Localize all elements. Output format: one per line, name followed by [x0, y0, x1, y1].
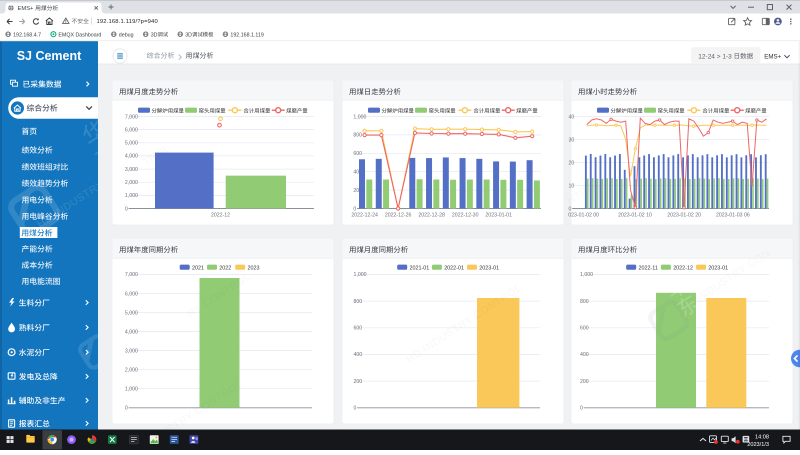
- svg-text:0: 0: [580, 406, 583, 412]
- svg-text:2023-01: 2023-01: [479, 266, 499, 272]
- svg-text:2,000: 2,000: [125, 368, 138, 374]
- svg-text:3,000: 3,000: [125, 167, 138, 173]
- svg-text:600: 600: [353, 151, 362, 157]
- svg-text:2023/1/3: 2023/1/3: [747, 442, 769, 448]
- svg-text:2023-01: 2023-01: [708, 266, 728, 272]
- svg-text:2022-12: 2022-12: [211, 213, 230, 219]
- svg-text:2021: 2021: [192, 266, 204, 272]
- svg-text:2022-11: 2022-11: [639, 266, 658, 272]
- svg-text:800: 800: [580, 299, 589, 305]
- svg-text:12-24 > 1-3: 12-24 > 1-3: [698, 53, 732, 60]
- svg-text:6,000: 6,000: [125, 291, 138, 297]
- svg-text:192.168.4.7: 192.168.4.7: [13, 32, 41, 38]
- svg-text:192.168.1.119/?p=940: 192.168.1.119/?p=940: [97, 19, 158, 25]
- svg-text:4,000: 4,000: [125, 154, 138, 160]
- svg-text:2022-12-24: 2022-12-24: [351, 213, 378, 219]
- svg-text:0: 0: [125, 406, 128, 412]
- svg-text:1,000: 1,000: [354, 272, 367, 278]
- svg-text:EMQX Dashboard: EMQX Dashboard: [58, 32, 101, 38]
- svg-text:600: 600: [580, 326, 589, 332]
- svg-text:2022-12-28: 2022-12-28: [418, 213, 445, 219]
- svg-text:EMS+: EMS+: [18, 6, 35, 12]
- svg-text:1,000: 1,000: [580, 272, 593, 278]
- svg-text:800: 800: [354, 299, 363, 305]
- svg-text:2022-12: 2022-12: [673, 266, 693, 272]
- svg-text:800: 800: [353, 133, 362, 139]
- svg-text:0: 0: [353, 206, 356, 212]
- svg-text:3D: 3D: [151, 32, 158, 38]
- svg-text:2,000: 2,000: [125, 180, 138, 186]
- svg-text:2022-12-26: 2022-12-26: [385, 213, 412, 219]
- svg-text:600: 600: [354, 326, 363, 332]
- svg-text:200: 200: [580, 379, 589, 385]
- svg-text:2023: 2023: [248, 266, 260, 272]
- svg-text:7,000: 7,000: [125, 272, 138, 278]
- svg-text:4,000: 4,000: [125, 329, 138, 335]
- svg-text:2021-01: 2021-01: [410, 266, 430, 272]
- svg-text:1,000: 1,000: [353, 114, 366, 120]
- svg-text:2023-01-02 20: 2023-01-02 20: [667, 213, 701, 219]
- svg-text:40: 40: [569, 114, 575, 120]
- svg-text:20: 20: [569, 160, 575, 166]
- svg-text:2023-01-03 06: 2023-01-03 06: [716, 213, 750, 219]
- svg-text:6,000: 6,000: [125, 127, 138, 133]
- svg-text:5,000: 5,000: [125, 141, 138, 147]
- svg-text:3D: 3D: [185, 32, 192, 38]
- svg-text:7,000: 7,000: [125, 114, 138, 120]
- svg-text:2022: 2022: [219, 266, 231, 272]
- svg-text:2022-01: 2022-01: [444, 266, 464, 272]
- svg-text:debug: debug: [119, 32, 134, 38]
- svg-text:0: 0: [354, 406, 357, 412]
- svg-text:0: 0: [125, 206, 128, 212]
- svg-text:5,000: 5,000: [125, 310, 138, 316]
- svg-text:023-01-02 00: 023-01-02 00: [568, 213, 599, 219]
- svg-text:2022-12-30: 2022-12-30: [452, 213, 479, 219]
- svg-text:1,000: 1,000: [125, 387, 138, 393]
- svg-text:14:08: 14:08: [755, 434, 769, 440]
- svg-text:400: 400: [580, 352, 589, 358]
- svg-text:30: 30: [569, 137, 575, 143]
- svg-text:EMS+: EMS+: [764, 53, 781, 60]
- svg-text:200: 200: [354, 379, 363, 385]
- svg-text:400: 400: [354, 352, 363, 358]
- svg-text:2023-01-02 10: 2023-01-02 10: [618, 213, 652, 219]
- svg-text:10: 10: [569, 183, 575, 189]
- svg-text:192.168.1.119: 192.168.1.119: [230, 32, 264, 38]
- svg-text:1,000: 1,000: [125, 193, 138, 199]
- svg-text:2023-01-01: 2023-01-01: [485, 213, 512, 219]
- svg-text:3,000: 3,000: [125, 348, 138, 354]
- svg-text:SJ Cement: SJ Cement: [17, 49, 82, 63]
